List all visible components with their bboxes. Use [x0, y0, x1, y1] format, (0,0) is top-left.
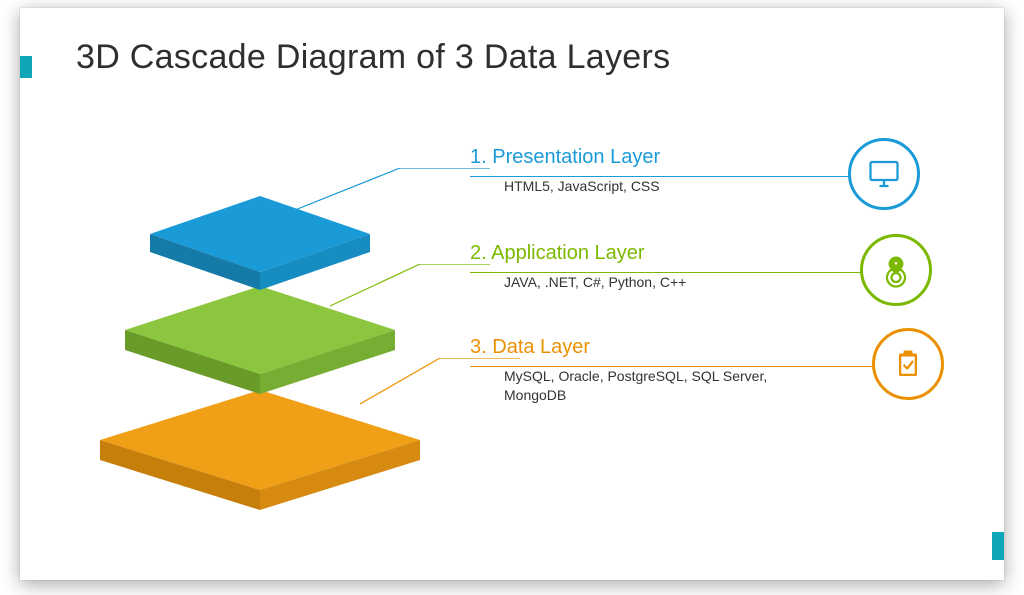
monitor-icon [848, 138, 920, 210]
separator-3 [470, 366, 908, 367]
layer-stack [80, 168, 440, 528]
desc-application: 2. Application Layer JAVA, .NET, C#, Pyt… [470, 242, 900, 292]
accent-bar-left [20, 56, 32, 78]
layer-detail-3: MySQL, Oracle, PostgreSQL, SQL Server, M… [470, 367, 800, 405]
layer-index-3: 3. [470, 336, 487, 358]
slide-frame: 3D Cascade Diagram of 3 Data Layers [20, 8, 1004, 580]
layer-name-3: Data Layer [492, 336, 590, 358]
clipboard-icon [872, 328, 944, 400]
layer-index-1: 1. [470, 146, 487, 168]
separator-1 [470, 176, 884, 177]
layer-presentation [140, 182, 380, 300]
accent-bar-right [992, 532, 1004, 560]
layer-name-2: Application Layer [491, 242, 644, 264]
layer-name-1: Presentation Layer [492, 146, 660, 168]
desc-data: 3. Data Layer MySQL, Oracle, PostgreSQL,… [470, 336, 900, 405]
desc-presentation: 1. Presentation Layer HTML5, JavaScript,… [470, 146, 900, 196]
layer-detail-2: JAVA, .NET, C#, Python, C++ [470, 273, 900, 292]
separator-2 [470, 272, 896, 273]
layer-index-2: 2. [470, 242, 487, 264]
page-title: 3D Cascade Diagram of 3 Data Layers [76, 38, 670, 77]
location-icon [860, 234, 932, 306]
layer-detail-1: HTML5, JavaScript, CSS [470, 177, 900, 196]
